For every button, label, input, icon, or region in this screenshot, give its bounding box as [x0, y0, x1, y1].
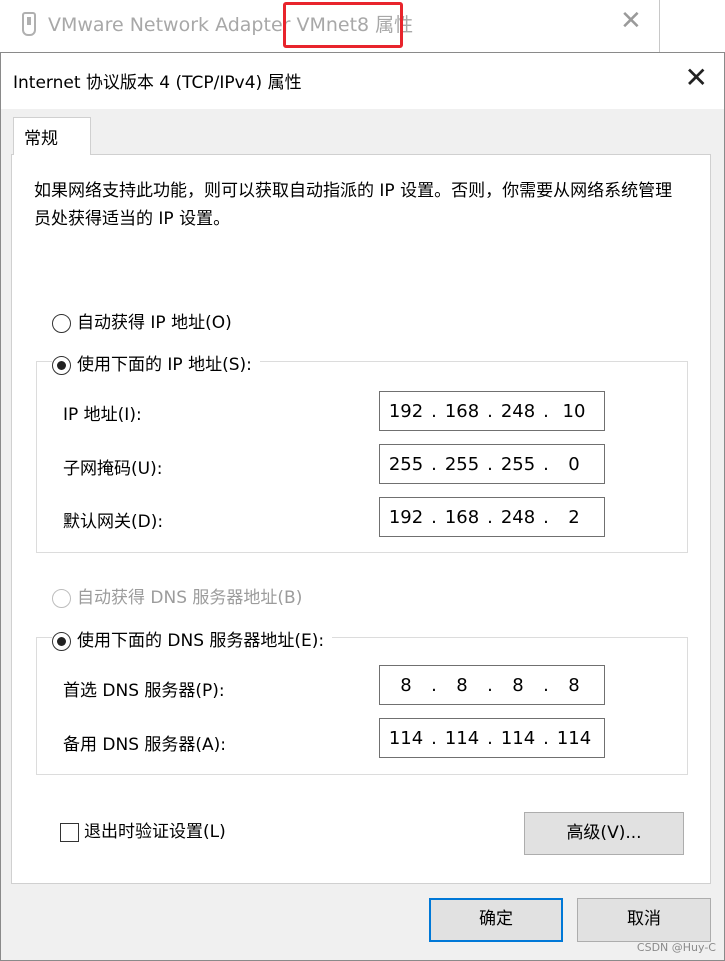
alternate-dns-label: 备用 DNS 服务器(A):	[63, 735, 227, 755]
ip-dot: .	[487, 675, 493, 696]
gateway-label: 默认网关(D):	[63, 512, 164, 532]
dns1-octet-2: 8	[456, 675, 468, 696]
mask-octet-3: 255	[500, 454, 536, 475]
mask-octet-4: 0	[568, 454, 580, 475]
dns1-octet-3: 8	[512, 675, 524, 696]
manual-ip-label: 使用下面的 IP 地址(S):	[77, 355, 252, 375]
mask-octet-2: 255	[444, 454, 480, 475]
gateway-octet-4: 2	[568, 507, 580, 528]
ip-octet-3: 248	[500, 401, 536, 422]
mask-octet-1: 255	[388, 454, 424, 475]
validate-on-exit-option[interactable]: 退出时验证设置(L)	[60, 817, 226, 842]
ip-group: IP 地址(I): 192 . 168 . 248 . 10 子网掩码(U): …	[36, 361, 688, 553]
ip-octet-4: 10	[562, 401, 586, 422]
ip-dot: .	[431, 675, 437, 696]
advanced-button[interactable]: 高级(V)...	[524, 812, 684, 855]
ip-dot: .	[431, 728, 437, 749]
background-close-icon[interactable]: ✕	[620, 6, 642, 36]
manual-dns-label: 使用下面的 DNS 服务器地址(E):	[77, 631, 325, 651]
subnet-mask-label: 子网掩码(U):	[63, 459, 163, 479]
ip-address-label: IP 地址(I):	[63, 405, 142, 425]
ip-dot: .	[543, 454, 549, 475]
ip-dot: .	[431, 454, 437, 475]
tcpip-properties-dialog: Internet 协议版本 4 (TCP/IPv4) 属性 ✕ 常规 如果网络支…	[0, 52, 725, 961]
manual-ip-option[interactable]: 使用下面的 IP 地址(S):	[52, 350, 260, 375]
general-panel: 如果网络支持此功能，则可以获取自动指派的 IP 设置。否则，你需要从网络系统管理…	[11, 154, 711, 884]
validate-label: 退出时验证设置(L)	[84, 822, 226, 842]
dialog-titlebar: Internet 协议版本 4 (TCP/IPv4) 属性 ✕	[1, 53, 724, 109]
dns2-octet-3: 114	[500, 728, 536, 749]
auto-ip-radio[interactable]	[52, 313, 71, 333]
ip-dot: .	[543, 728, 549, 749]
ip-dot: .	[487, 728, 493, 749]
cancel-button[interactable]: 取消	[577, 898, 711, 942]
ip-octet-2: 168	[444, 401, 480, 422]
tab-general[interactable]: 常规	[13, 117, 91, 155]
auto-dns-radio[interactable]	[52, 588, 71, 608]
preferred-dns-label: 首选 DNS 服务器(P):	[63, 681, 225, 701]
gateway-octet-2: 168	[444, 507, 480, 528]
vmnet8-highlight-box	[283, 2, 403, 48]
auto-ip-option[interactable]: 自动获得 IP 地址(O)	[52, 308, 232, 333]
preferred-dns-field[interactable]: 8 . 8 . 8 . 8	[379, 665, 605, 705]
gateway-field[interactable]: 192 . 168 . 248 . 2	[379, 497, 605, 537]
manual-dns-option[interactable]: 使用下面的 DNS 服务器地址(E):	[52, 626, 333, 651]
ip-dot: .	[487, 401, 493, 422]
ip-dot: .	[543, 507, 549, 528]
background-window: VMware Network Adapter VMnet8 属性 ✕	[0, 0, 660, 52]
manual-dns-radio[interactable]	[52, 631, 71, 651]
alternate-dns-field[interactable]: 114 . 114 . 114 . 114	[379, 718, 605, 758]
dns2-octet-2: 114	[444, 728, 480, 749]
dns-group: 首选 DNS 服务器(P): 8 . 8 . 8 . 8 备用 DNS 服务器(…	[36, 637, 688, 775]
dialog-title: Internet 协议版本 4 (TCP/IPv4) 属性	[13, 73, 302, 93]
watermark: CSDN @Huy-C	[636, 941, 716, 954]
ip-address-field[interactable]: 192 . 168 . 248 . 10	[379, 391, 605, 431]
ip-dot: .	[431, 507, 437, 528]
ok-button[interactable]: 确定	[429, 898, 563, 942]
ip-dot: .	[543, 675, 549, 696]
ip-dot: .	[487, 507, 493, 528]
ip-dot: .	[487, 454, 493, 475]
close-icon[interactable]: ✕	[685, 63, 708, 93]
manual-ip-radio[interactable]	[52, 355, 71, 375]
dns1-octet-1: 8	[400, 675, 412, 696]
ip-octet-1: 192	[388, 401, 424, 422]
auto-ip-label: 自动获得 IP 地址(O)	[77, 313, 232, 333]
tab-general-label: 常规	[24, 129, 58, 149]
ip-dot: .	[431, 401, 437, 422]
dns2-octet-1: 114	[388, 728, 424, 749]
validate-checkbox[interactable]	[60, 822, 79, 842]
network-adapter-icon	[22, 12, 36, 36]
auto-dns-option[interactable]: 自动获得 DNS 服务器地址(B)	[52, 583, 302, 608]
auto-dns-label: 自动获得 DNS 服务器地址(B)	[77, 588, 303, 608]
gateway-octet-3: 248	[500, 507, 536, 528]
ip-dot: .	[543, 401, 549, 422]
subnet-mask-field[interactable]: 255 . 255 . 255 . 0	[379, 444, 605, 484]
description-text: 如果网络支持此功能，则可以获取自动指派的 IP 设置。否则，你需要从网络系统管理…	[34, 181, 673, 229]
gateway-octet-1: 192	[388, 507, 424, 528]
dns2-octet-4: 114	[556, 728, 592, 749]
dns1-octet-4: 8	[568, 675, 580, 696]
